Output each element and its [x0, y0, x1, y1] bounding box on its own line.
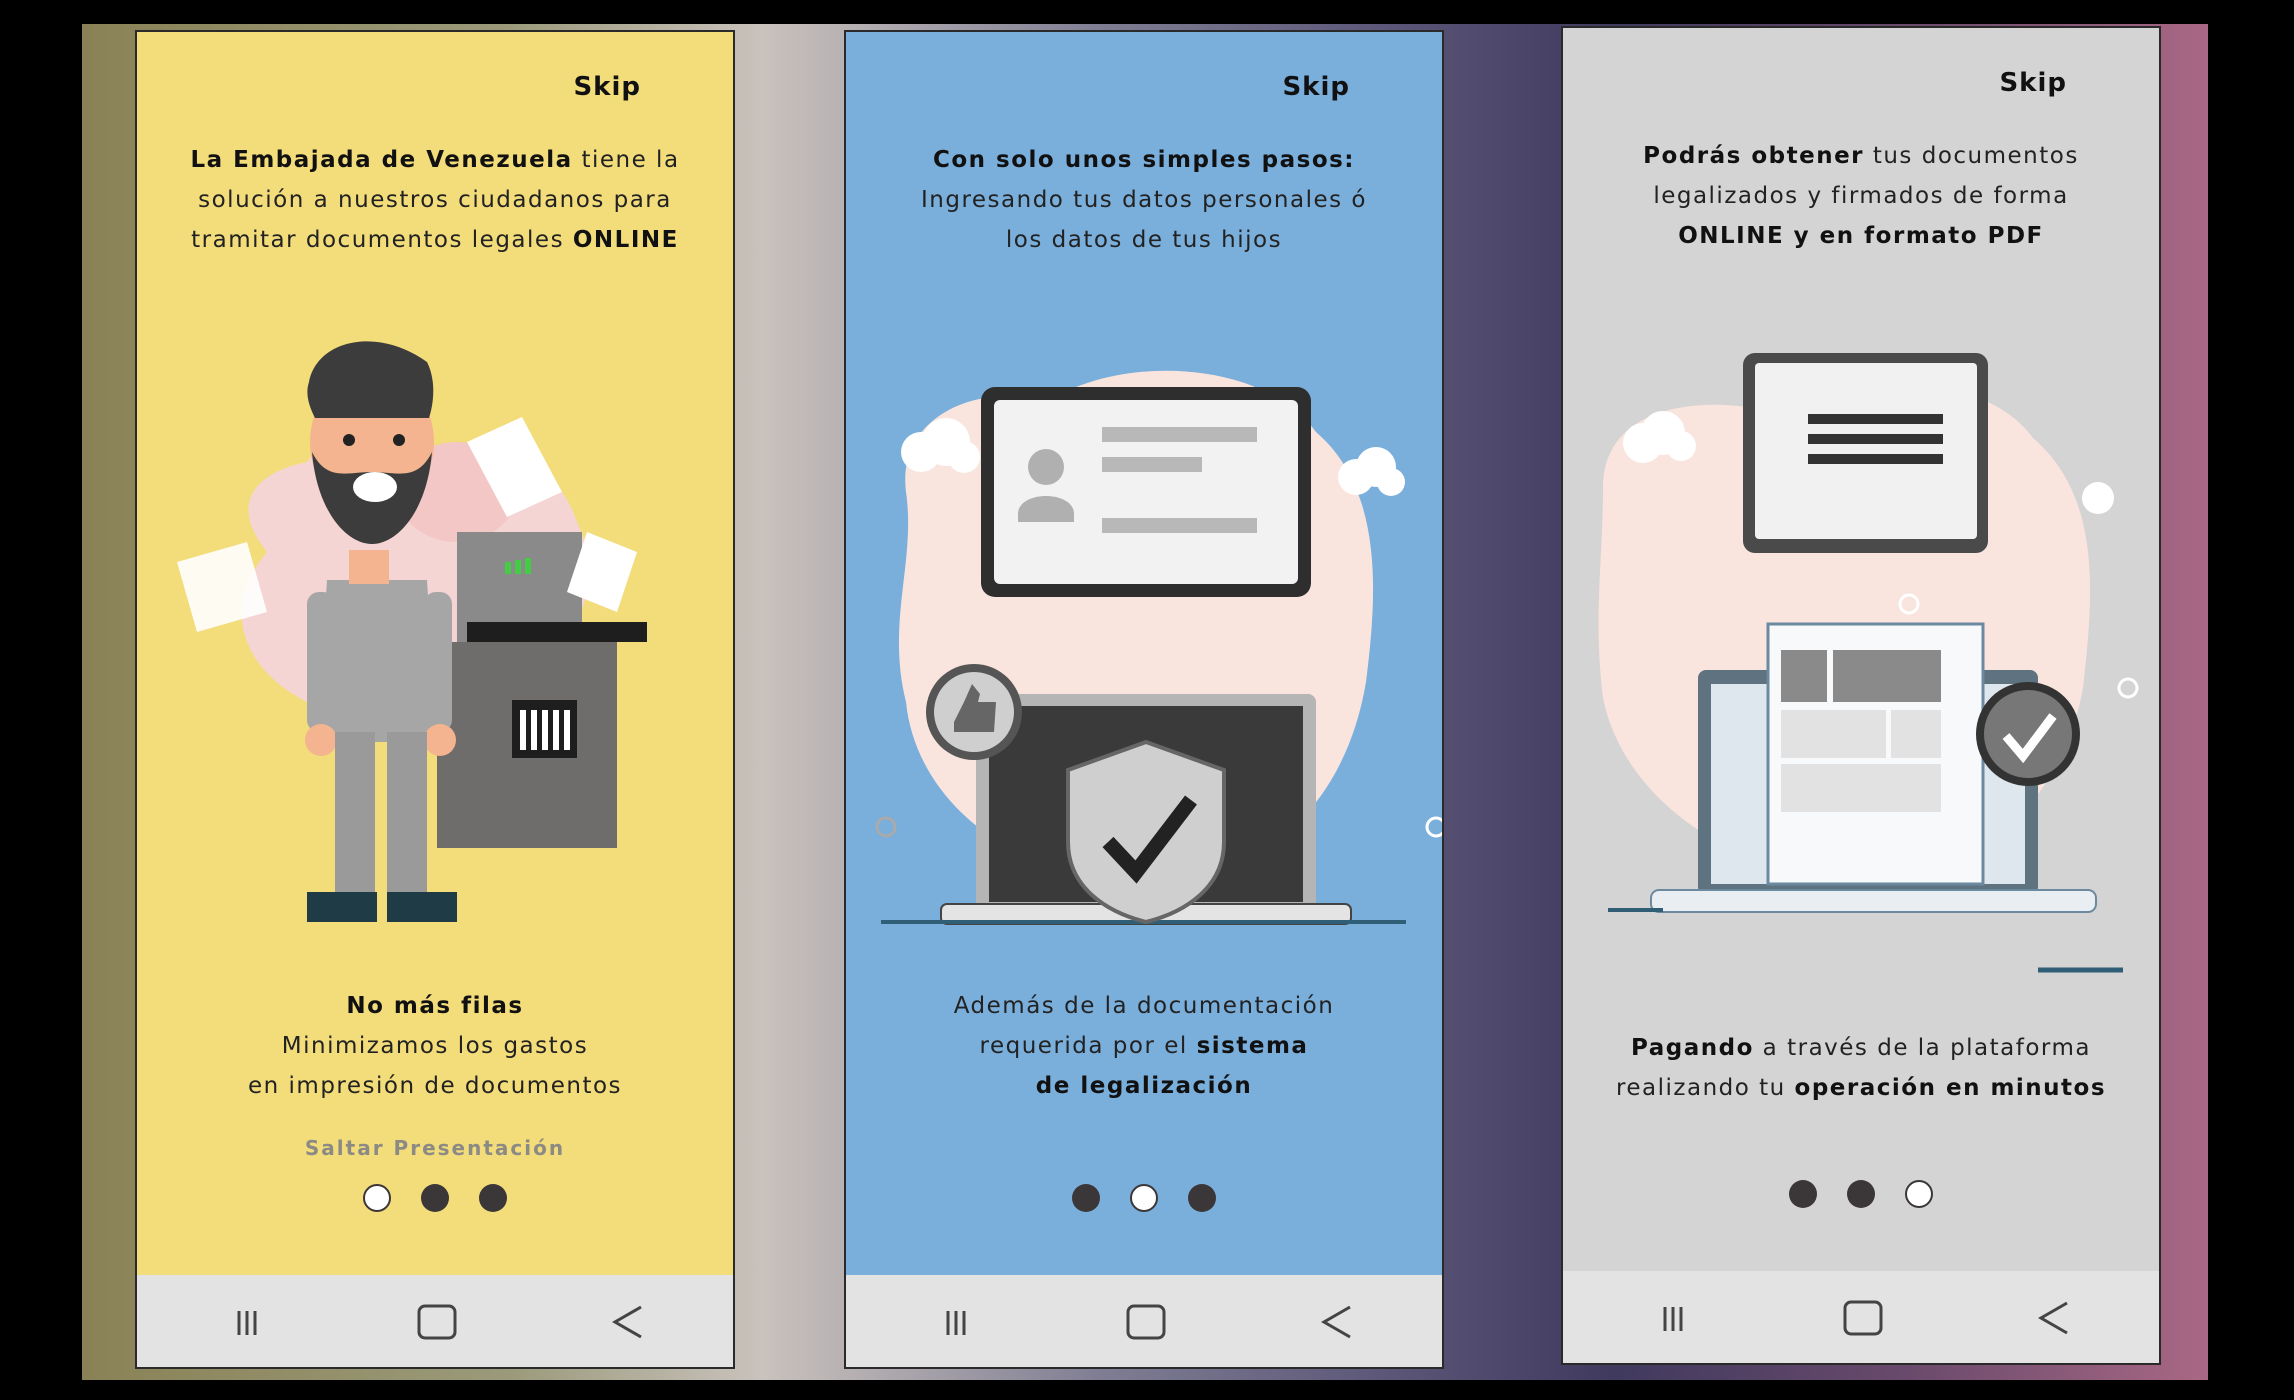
outro-text: No más filas Minimizamos los gastos en i…: [247, 993, 623, 1099]
intro-text: Con solo unos simples pasos: Ingresando …: [920, 147, 1367, 253]
recent-apps-icon[interactable]: [217, 1299, 277, 1345]
outro-text: Además de la documentación requerida por…: [953, 993, 1335, 1099]
page-dot-3[interactable]: [479, 1184, 507, 1212]
system-nav-bar: [137, 1275, 733, 1367]
page-indicator: [137, 1184, 733, 1216]
page-dot-1[interactable]: [363, 1184, 391, 1212]
intro-text: Podrás obtener tus documentos legalizado…: [1643, 143, 2079, 249]
page-dot-1[interactable]: [1072, 1184, 1100, 1212]
back-icon[interactable]: [599, 1299, 659, 1345]
intro-text: La Embajada de Venezuela tiene la soluci…: [190, 147, 680, 253]
system-nav-bar: [846, 1275, 1442, 1367]
skip-button[interactable]: Skip: [1282, 72, 1350, 102]
recent-apps-icon[interactable]: [926, 1299, 986, 1345]
page-dot-3[interactable]: [1188, 1184, 1216, 1212]
home-icon[interactable]: [407, 1299, 467, 1345]
page-dot-1[interactable]: [1789, 1180, 1817, 1208]
skip-button[interactable]: Skip: [573, 72, 641, 102]
back-icon[interactable]: [1308, 1299, 1368, 1345]
page-indicator: [846, 1184, 1442, 1216]
onboarding-screen-3: Skip Podrás obtener tus documentos legal…: [1561, 26, 2161, 1365]
system-nav-bar: [1563, 1271, 2159, 1363]
onboarding-screen-1: Skip La Embajada de Venezuela tiene la s…: [135, 30, 735, 1369]
page-indicator: [1563, 1180, 2159, 1212]
id-card-laptop-shield-illustration: [875, 370, 1442, 925]
home-icon[interactable]: [1833, 1295, 1893, 1341]
document-laptop-check-illustration: [1598, 353, 2139, 973]
man-with-printer-illustration: [177, 341, 647, 922]
page-dot-3[interactable]: [1905, 1180, 1933, 1208]
outro-text: Pagando a través de la plataforma realiz…: [1615, 1035, 2107, 1101]
home-icon[interactable]: [1116, 1299, 1176, 1345]
onboarding-screen-2: Skip Con solo unos simples pasos: Ingres…: [844, 30, 1444, 1369]
recent-apps-icon[interactable]: [1643, 1295, 1703, 1341]
back-icon[interactable]: [2025, 1295, 2085, 1341]
skip-presentation-link[interactable]: Saltar Presentación: [137, 1136, 733, 1160]
page-dot-2[interactable]: [1130, 1184, 1158, 1212]
page-dot-2[interactable]: [1847, 1180, 1875, 1208]
skip-button[interactable]: Skip: [1999, 68, 2067, 98]
page-dot-2[interactable]: [421, 1184, 449, 1212]
